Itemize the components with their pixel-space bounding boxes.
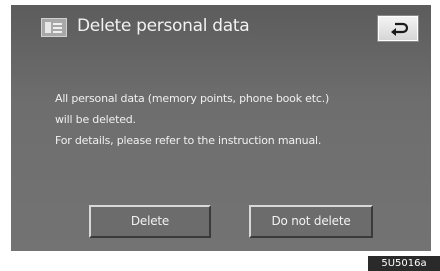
message-line: All personal data (memory points, phone …	[55, 92, 330, 105]
page-title: Delete personal data	[77, 16, 250, 36]
document-list-icon	[41, 18, 67, 37]
message-line: For details, please refer to the instruc…	[55, 134, 322, 147]
do-not-delete-button[interactable]: Do not delete	[249, 205, 373, 238]
return-arrow-icon	[391, 22, 409, 36]
message-line: will be deleted.	[55, 113, 136, 126]
figure-code: 5U5016a	[368, 256, 440, 271]
screen: Delete personal data All personal data (…	[11, 5, 431, 251]
header: Delete personal data	[11, 5, 431, 55]
back-button[interactable]	[378, 16, 418, 41]
delete-button[interactable]: Delete	[89, 205, 211, 238]
confirmation-message: All personal data (memory points, phone …	[55, 88, 405, 151]
